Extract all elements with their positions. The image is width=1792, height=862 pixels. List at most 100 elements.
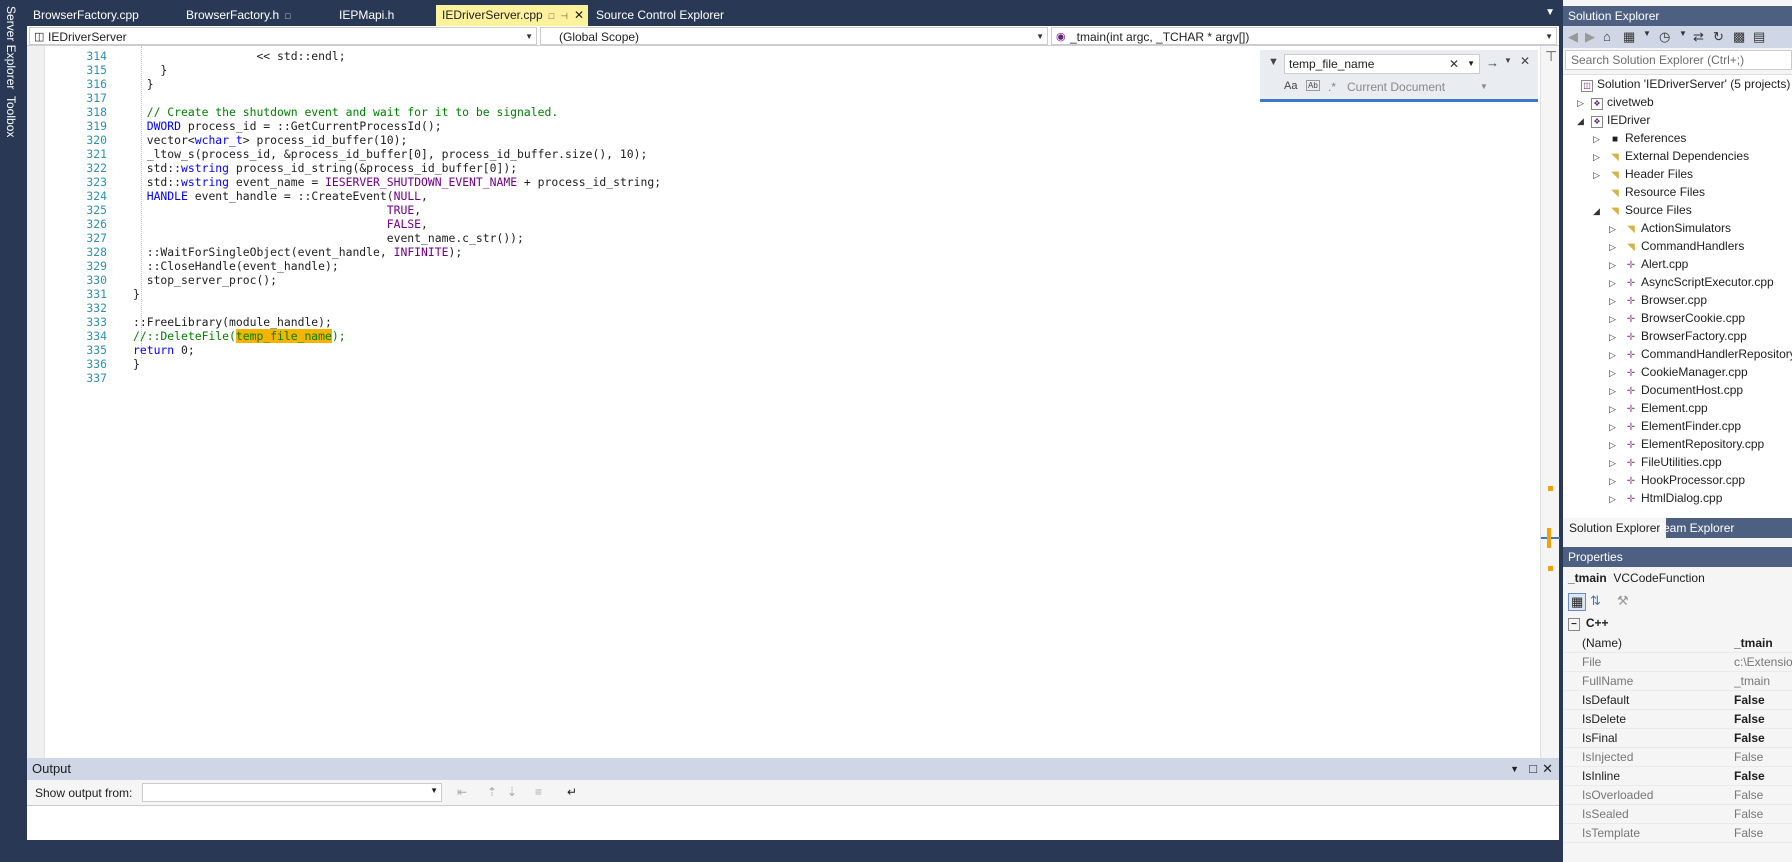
back-icon[interactable]: ◀: [1568, 29, 1578, 45]
tab-browserfactory-cpp[interactable]: BrowserFactory.cpp: [27, 5, 177, 26]
property-value[interactable]: _tmain: [1734, 634, 1792, 653]
categorized-icon[interactable]: ▦: [1568, 593, 1587, 611]
tree-item[interactable]: ▷✛CommandHandlerRepository.cpp: [1609, 345, 1792, 363]
property-value[interactable]: False: [1734, 691, 1792, 710]
previous-message-icon[interactable]: ⇡: [487, 785, 497, 799]
solution-search-input[interactable]: Search Solution Explorer (Ctrl+;): [1565, 50, 1792, 70]
tree-item[interactable]: ▷ ✛ HtmlDialog.cpp: [1609, 489, 1722, 507]
tree-item[interactable]: ▷ ✛ Element.cpp: [1609, 399, 1708, 417]
toggle-replace-icon[interactable]: ▼: [1268, 56, 1279, 68]
expander-icon[interactable]: ◢: [1593, 202, 1607, 220]
tab-source-control-explorer[interactable]: Source Control Explorer: [590, 5, 790, 26]
code-line[interactable]: 337: [45, 370, 107, 386]
expander-icon[interactable]: ▷: [1593, 166, 1607, 184]
properties-icon[interactable]: ▤: [1753, 29, 1765, 45]
tree-item[interactable]: ◥ Resource Files: [1593, 183, 1705, 201]
output-source-select[interactable]: ▼: [142, 783, 442, 802]
property-row[interactable]: IsInjected False: [1563, 748, 1792, 767]
expander-icon[interactable]: ▷: [1609, 436, 1623, 454]
property-value[interactable]: False: [1734, 824, 1792, 843]
expander-icon[interactable]: ▷: [1609, 490, 1623, 508]
solution-tree[interactable]: ◫ Solution 'IEDriverServer' (5 projects) ▷…: [1563, 74, 1792, 522]
go-to-message-icon[interactable]: ⇤: [457, 785, 467, 799]
chevron-down-icon[interactable]: ▼: [1679, 29, 1687, 38]
expander-icon[interactable]: ▷: [1609, 310, 1623, 328]
clear-all-icon[interactable]: ≡: [535, 785, 542, 799]
project-dropdown[interactable]: ◫ IEDriverServer ▼: [29, 27, 537, 45]
property-row[interactable]: File c:\Extensions: [1563, 653, 1792, 672]
toolbox-tab[interactable]: Toolbox: [4, 96, 18, 137]
member-dropdown[interactable]: ◉ _tmain(int argc, _TCHAR * argv[]) ▼: [1051, 27, 1557, 45]
close-icon[interactable]: ✕: [1542, 758, 1553, 780]
expander-icon[interactable]: ▷: [1609, 472, 1623, 490]
tree-item[interactable]: ▷ ◥ CommandHandlers: [1609, 237, 1744, 255]
expander-icon[interactable]: ▷: [1609, 328, 1623, 346]
property-row[interactable]: IsTemplate False: [1563, 824, 1792, 843]
code-text-area[interactable]: 314 << std::endl; 315 } 316 } 317 318 // Cre…: [45, 46, 1559, 758]
property-row[interactable]: IsOverloaded False: [1563, 786, 1792, 805]
output-content[interactable]: [27, 806, 1559, 840]
chevron-down-icon[interactable]: ▼: [1504, 56, 1512, 65]
expander-icon[interactable]: ▷: [1609, 400, 1623, 418]
pin-icon[interactable]: ⊣: [560, 11, 568, 21]
property-row[interactable]: IsDefault False: [1563, 691, 1792, 710]
expander-icon[interactable]: ▷: [1609, 382, 1623, 400]
code-editor[interactable]: ◫ IEDriverServer ▼ (Global Scope) ▼ ◉ _tmain…: [27, 26, 1559, 758]
editor-vertical-scrollbar[interactable]: ⊤: [1540, 46, 1560, 758]
property-value[interactable]: False: [1734, 729, 1792, 748]
expander-icon[interactable]: ▷: [1609, 220, 1623, 238]
tab-overflow-icon[interactable]: ▼: [1545, 7, 1555, 18]
scroll-thumb[interactable]: [1547, 528, 1551, 548]
property-value[interactable]: c:\Extensions: [1734, 653, 1792, 672]
property-value[interactable]: False: [1734, 767, 1792, 786]
find-next-icon[interactable]: →: [1486, 55, 1499, 70]
property-value[interactable]: False: [1734, 786, 1792, 805]
tree-item[interactable]: ▷ ✛ ElementFinder.cpp: [1609, 417, 1741, 435]
close-find-icon[interactable]: ✕: [1520, 54, 1530, 68]
expander-icon[interactable]: ▷: [1593, 148, 1607, 166]
home-icon[interactable]: ⌂: [1603, 29, 1611, 44]
alphabetical-icon[interactable]: ⇅: [1590, 593, 1601, 609]
pending-changes-filter-icon[interactable]: ◷: [1659, 29, 1670, 45]
clear-icon[interactable]: ✕: [1449, 55, 1459, 73]
whole-word-toggle[interactable]: Ab: [1306, 80, 1320, 91]
property-row[interactable]: IsFinal False: [1563, 729, 1792, 748]
expander-icon[interactable]: ▷: [1609, 418, 1623, 436]
wrench-icon[interactable]: ⚒: [1617, 593, 1629, 609]
chevron-down-icon[interactable]: ▼: [1467, 55, 1475, 73]
tree-item[interactable]: ▷ ✛ BrowserCookie.cpp: [1609, 309, 1745, 327]
server-explorer-tab[interactable]: Server Explorer: [4, 6, 18, 89]
tree-item[interactable]: ▷ ✛ HookProcessor.cpp: [1609, 471, 1745, 489]
regex-toggle-icon[interactable]: .*: [1328, 80, 1336, 94]
expander-icon[interactable]: ▷: [1593, 130, 1607, 148]
tree-item[interactable]: ▷ ✛ BrowserFactory.cpp: [1609, 327, 1747, 345]
tree-item[interactable]: ▷ ✛ AsyncScriptExecutor.cpp: [1609, 273, 1774, 291]
tree-item[interactable]: ▷ ✛ Browser.cpp: [1609, 291, 1707, 309]
refresh-icon[interactable]: ↻: [1713, 29, 1724, 45]
tree-item[interactable]: ▷ ◥ Header Files: [1593, 165, 1693, 183]
property-row[interactable]: (Name) _tmain: [1563, 634, 1792, 653]
show-all-files-icon[interactable]: ▩: [1733, 29, 1745, 45]
solution-node[interactable]: ◫ Solution 'IEDriverServer' (5 projects): [1567, 75, 1790, 93]
property-value[interactable]: False: [1734, 805, 1792, 824]
property-row[interactable]: IsInline False: [1563, 767, 1792, 786]
property-value[interactable]: False: [1734, 710, 1792, 729]
tree-item[interactable]: ▷ ■ References: [1593, 129, 1686, 147]
expander-icon[interactable]: ▷: [1609, 364, 1623, 382]
property-row[interactable]: IsDelete False: [1563, 710, 1792, 729]
expander-icon[interactable]: ▷: [1609, 454, 1623, 472]
maximize-icon[interactable]: □: [1529, 758, 1537, 780]
chevron-down-icon[interactable]: ▼: [1510, 758, 1519, 780]
find-scope-dropdown[interactable]: Current Document: [1347, 80, 1445, 94]
tree-item[interactable]: ▷ ✛ Alert.cpp: [1609, 255, 1688, 273]
word-wrap-icon[interactable]: ↵: [567, 785, 577, 799]
expander-icon[interactable]: ▷: [1609, 256, 1623, 274]
chevron-down-icon[interactable]: ▼: [1643, 29, 1651, 38]
property-value[interactable]: False: [1734, 748, 1792, 767]
close-icon[interactable]: ✕: [574, 5, 584, 26]
tree-item[interactable]: ▷ ✛ ElementRepository.cpp: [1609, 435, 1764, 453]
tree-item[interactable]: ▷ ◥ ActionSimulators: [1609, 219, 1731, 237]
category-cpp[interactable]: − C++: [1568, 616, 1609, 631]
tab-team-explorer[interactable]: Team Explorer: [1651, 518, 1740, 538]
expander-icon[interactable]: ◢: [1577, 112, 1591, 130]
